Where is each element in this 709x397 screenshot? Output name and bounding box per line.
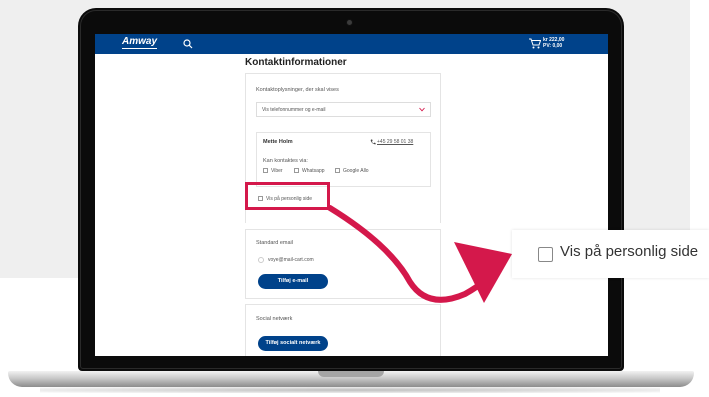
callout-checkbox xyxy=(538,247,553,262)
zoomed-callout: Vis på personlig side xyxy=(512,230,709,278)
callout-label: Vis på personlig side xyxy=(560,243,699,260)
callout-arrow xyxy=(327,205,512,303)
